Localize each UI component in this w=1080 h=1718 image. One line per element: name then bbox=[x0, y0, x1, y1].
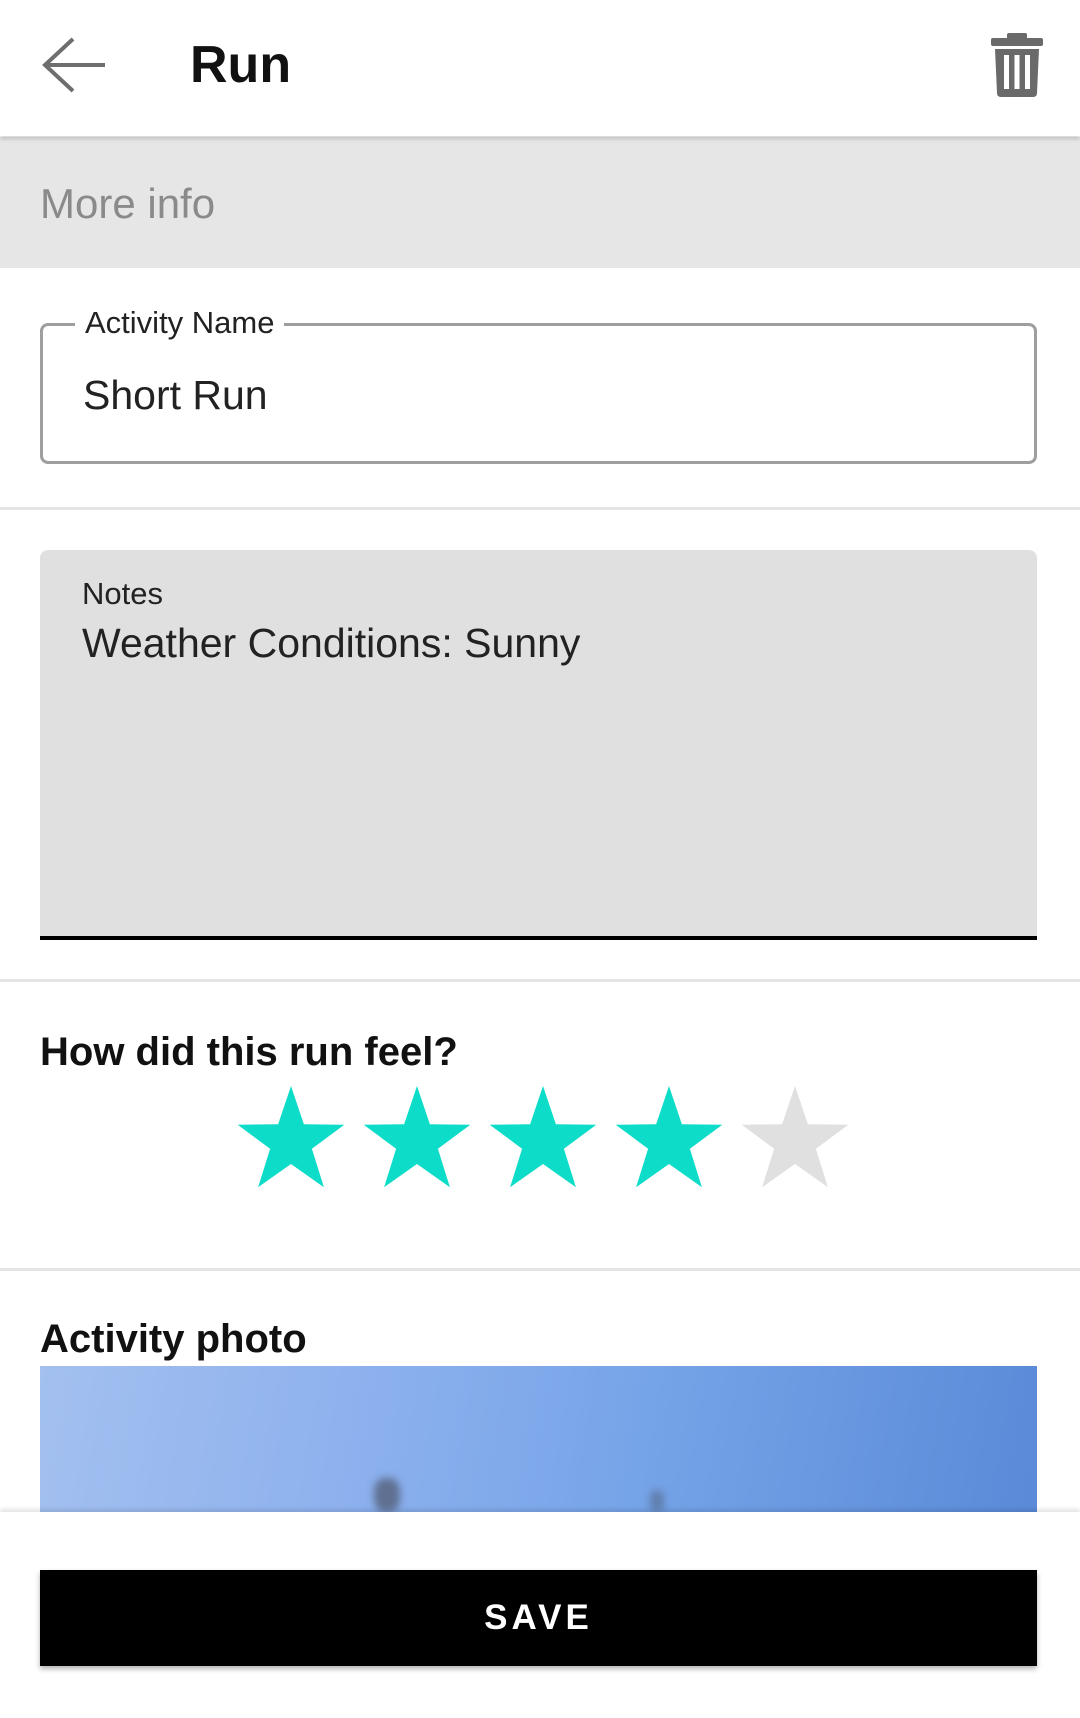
star-icon[interactable] bbox=[606, 1082, 732, 1192]
bottom-action-panel: SAVE bbox=[0, 1512, 1080, 1718]
notes-label: Notes bbox=[82, 576, 163, 611]
more-info-section[interactable]: More info bbox=[0, 137, 1080, 268]
more-info-label: More info bbox=[40, 180, 216, 227]
activity-photo[interactable] bbox=[40, 1366, 1037, 1512]
trash-icon bbox=[991, 33, 1043, 97]
activity-name-field[interactable]: Activity Name Short Run bbox=[40, 300, 1037, 464]
save-button[interactable]: SAVE bbox=[40, 1570, 1037, 1666]
delete-button[interactable] bbox=[975, 22, 1059, 108]
notes-value: Weather Conditions: Sunny bbox=[82, 620, 581, 666]
rating-question: How did this run feel? bbox=[40, 1030, 458, 1074]
star-icon[interactable] bbox=[354, 1082, 480, 1192]
star-icon[interactable] bbox=[480, 1082, 606, 1192]
divider bbox=[0, 979, 1080, 982]
arrow-left-icon bbox=[42, 37, 105, 93]
activity-name-value: Short Run bbox=[83, 372, 268, 418]
photo-shadow bbox=[650, 1490, 664, 1512]
activity-photo-heading: Activity photo bbox=[40, 1317, 307, 1361]
star-icon[interactable] bbox=[228, 1082, 354, 1192]
notes-field[interactable]: Notes Weather Conditions: Sunny bbox=[40, 550, 1037, 940]
page-title: Run bbox=[190, 36, 292, 94]
back-button[interactable] bbox=[30, 22, 120, 108]
app-bar: Run bbox=[0, 0, 1080, 136]
divider bbox=[0, 507, 1080, 510]
photo-shadow bbox=[374, 1478, 400, 1512]
activity-name-label: Activity Name bbox=[75, 300, 285, 346]
star-icon[interactable] bbox=[732, 1082, 858, 1192]
divider bbox=[0, 1268, 1080, 1271]
